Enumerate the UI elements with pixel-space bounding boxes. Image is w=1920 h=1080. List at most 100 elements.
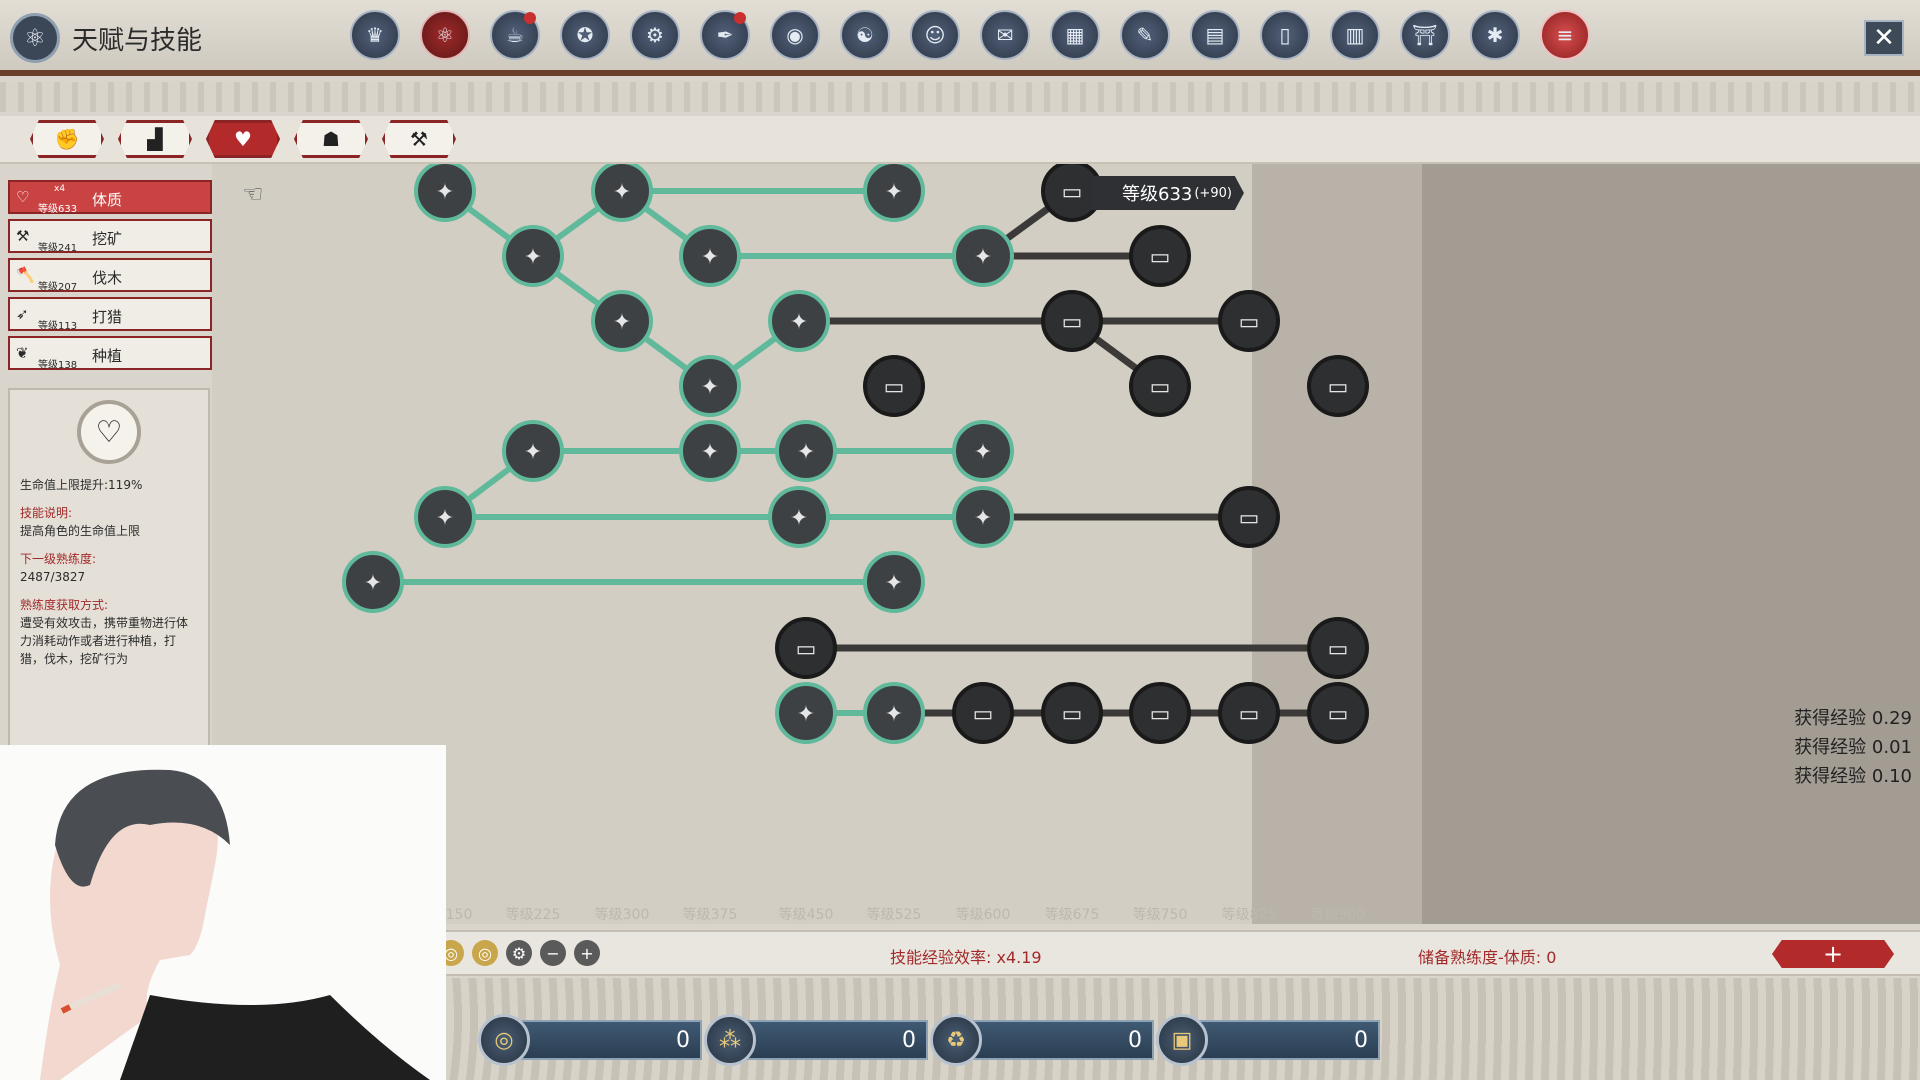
talent-node-locked[interactable]: ▭ bbox=[1307, 682, 1369, 744]
talent-node-unlocked[interactable]: ✦ bbox=[768, 290, 830, 352]
exp-log-entry: 获得经验 0.29 bbox=[1794, 708, 1912, 729]
map-icon[interactable]: ▦ bbox=[1050, 10, 1100, 60]
skill-level: 等级138 bbox=[38, 360, 78, 371]
figure-icon: ✦ bbox=[974, 245, 992, 270]
character-icon[interactable]: ♛ bbox=[350, 10, 400, 60]
talent-node-unlocked[interactable]: ✦ bbox=[414, 486, 476, 548]
minus-icon[interactable]: − bbox=[540, 940, 566, 966]
skill-item[interactable]: ❦ 等级138 种植 bbox=[8, 336, 212, 371]
talent-node-locked[interactable]: ▭ bbox=[775, 617, 837, 679]
spiral-icon[interactable]: ◎ bbox=[472, 940, 498, 966]
book-icon[interactable]: ▤ bbox=[1190, 10, 1240, 60]
plus-icon[interactable]: + bbox=[574, 940, 600, 966]
recycle-icon[interactable]: ♻ bbox=[930, 1014, 982, 1066]
skill-item[interactable]: ➶ 等级113 打猎 bbox=[8, 297, 212, 332]
talent-node-locked[interactable]: ▭ bbox=[1307, 617, 1369, 679]
lock-plaque-icon: ▭ bbox=[1239, 310, 1260, 335]
figure-icon: ✦ bbox=[790, 506, 808, 531]
lock-plaque-icon: ▭ bbox=[1328, 702, 1349, 727]
category-tab-heart-plus[interactable]: ♥ bbox=[206, 120, 280, 158]
skill-effect: 生命值上限提升:119% bbox=[20, 478, 143, 492]
mask-icon[interactable]: ☺ bbox=[910, 10, 960, 60]
beetle-icon[interactable]: ✱ bbox=[1470, 10, 1520, 60]
level-axis-label: 等级900 bbox=[1311, 906, 1366, 923]
category-tab-fist[interactable]: ✊ bbox=[30, 120, 104, 158]
talent-node-unlocked[interactable]: ✦ bbox=[863, 551, 925, 613]
coin-icon[interactable]: ◉ bbox=[770, 10, 820, 60]
figure-icon: ✦ bbox=[436, 506, 454, 531]
category-tab-tool[interactable]: ⚒ bbox=[382, 120, 456, 158]
category-tab-boot[interactable]: ▟ bbox=[118, 120, 192, 158]
add-reserve-button[interactable]: + bbox=[1772, 940, 1894, 968]
figure-icon: ✦ bbox=[885, 180, 903, 205]
skill-item[interactable]: ⚒ 等级241 挖矿 bbox=[8, 219, 212, 254]
talent-node-unlocked[interactable]: ✦ bbox=[775, 420, 837, 482]
talent-node-unlocked[interactable]: ✦ bbox=[952, 420, 1014, 482]
ranking-icon[interactable]: ▥ bbox=[1330, 10, 1380, 60]
talent-node-locked[interactable]: ▭ bbox=[1129, 355, 1191, 417]
badge-icon[interactable]: ✪ bbox=[560, 10, 610, 60]
library-icon[interactable]: ≡ bbox=[1540, 10, 1590, 60]
exp-efficiency: 技能经验效率: x4.19 bbox=[890, 948, 1042, 967]
talent-node-locked[interactable]: ▭ bbox=[952, 682, 1014, 744]
axe-icon: 🪓 bbox=[16, 266, 35, 284]
talent-node-unlocked[interactable]: ✦ bbox=[863, 682, 925, 744]
talent-node-locked[interactable]: ▭ bbox=[1129, 225, 1191, 287]
talent-node-locked[interactable]: ▭ bbox=[1307, 355, 1369, 417]
talent-node-locked[interactable]: ▭ bbox=[1218, 290, 1280, 352]
skill-name: 挖矿 bbox=[92, 230, 123, 248]
figure-icon: ✦ bbox=[885, 702, 903, 727]
notes-icon[interactable]: ✎ bbox=[1120, 10, 1170, 60]
shrine-icon[interactable]: ⛩ bbox=[1400, 10, 1450, 60]
talent-node-locked[interactable]: ▭ bbox=[1218, 486, 1280, 548]
talent-node-unlocked[interactable]: ✦ bbox=[502, 420, 564, 482]
talent-node-unlocked[interactable]: ✦ bbox=[502, 225, 564, 287]
talent-node-unlocked[interactable]: ✦ bbox=[591, 290, 653, 352]
talent-node-locked[interactable]: ▭ bbox=[863, 355, 925, 417]
lock-plaque-icon: ▭ bbox=[1150, 245, 1171, 270]
speed-controls: ◎ ◎ ⚙ − + bbox=[438, 940, 600, 966]
talent-node-unlocked[interactable]: ✦ bbox=[952, 225, 1014, 287]
lock-plaque-icon: ▭ bbox=[1150, 702, 1171, 727]
talent-node-locked[interactable]: ▭ bbox=[1218, 682, 1280, 744]
talent-node-unlocked[interactable]: ✦ bbox=[342, 551, 404, 613]
gear-icon[interactable]: ⚙ bbox=[506, 940, 532, 966]
talent-node-unlocked[interactable]: ✦ bbox=[679, 355, 741, 417]
window-title: 天赋与技能 bbox=[72, 24, 203, 55]
heart-plus-icon: ♡ bbox=[77, 400, 141, 464]
nodes-icon[interactable]: ⁂ bbox=[704, 1014, 756, 1066]
fist-icon: ✊ bbox=[54, 127, 80, 151]
tablet-icon[interactable]: ▯ bbox=[1260, 10, 1310, 60]
lock-plaque-icon: ▭ bbox=[1062, 702, 1083, 727]
lock-plaque-icon: ▭ bbox=[1150, 375, 1171, 400]
lock-plaque-icon: ▭ bbox=[1062, 310, 1083, 335]
talent-node-locked[interactable]: ▭ bbox=[1129, 682, 1191, 744]
scroll-icon[interactable]: ✉ bbox=[980, 10, 1030, 60]
talent-node-locked[interactable]: ▭ bbox=[1041, 290, 1103, 352]
talent-node-unlocked[interactable]: ✦ bbox=[679, 420, 741, 482]
resource-counter: 0 bbox=[502, 1020, 702, 1060]
skill-item[interactable]: 🪓 等级207 伐木 bbox=[8, 258, 212, 293]
chest-icon[interactable]: ▣ bbox=[1156, 1014, 1208, 1066]
category-tab-meditation[interactable]: ☗ bbox=[294, 120, 368, 158]
gear-icon[interactable]: ⚙ bbox=[630, 10, 680, 60]
food-icon[interactable]: ☕ bbox=[490, 10, 540, 60]
talent-node-unlocked[interactable]: ✦ bbox=[414, 164, 476, 222]
talent-node-unlocked[interactable]: ✦ bbox=[591, 164, 653, 222]
talent-icon[interactable]: ⚛ bbox=[420, 10, 470, 60]
skill-level: 等级207 bbox=[38, 282, 78, 293]
talent-node-unlocked[interactable]: ✦ bbox=[952, 486, 1014, 548]
figure-icon: ✦ bbox=[436, 180, 454, 205]
feather-icon[interactable]: ✒ bbox=[700, 10, 750, 60]
lock-plaque-icon: ▭ bbox=[1328, 375, 1349, 400]
talent-node-unlocked[interactable]: ✦ bbox=[775, 682, 837, 744]
talent-node-unlocked[interactable]: ✦ bbox=[768, 486, 830, 548]
talent-node-unlocked[interactable]: ✦ bbox=[863, 164, 925, 222]
talent-node-unlocked[interactable]: ✦ bbox=[679, 225, 741, 287]
dragon-icon[interactable]: ☯ bbox=[840, 10, 890, 60]
close-button[interactable]: ✕ bbox=[1864, 20, 1904, 56]
skill-item[interactable]: ♡ x4 等级633 体质 bbox=[8, 180, 212, 215]
talent-node-locked[interactable]: ▭ bbox=[1041, 682, 1103, 744]
spiral-coin-icon[interactable]: ◎ bbox=[478, 1014, 530, 1066]
skill-name: 种植 bbox=[92, 347, 123, 365]
